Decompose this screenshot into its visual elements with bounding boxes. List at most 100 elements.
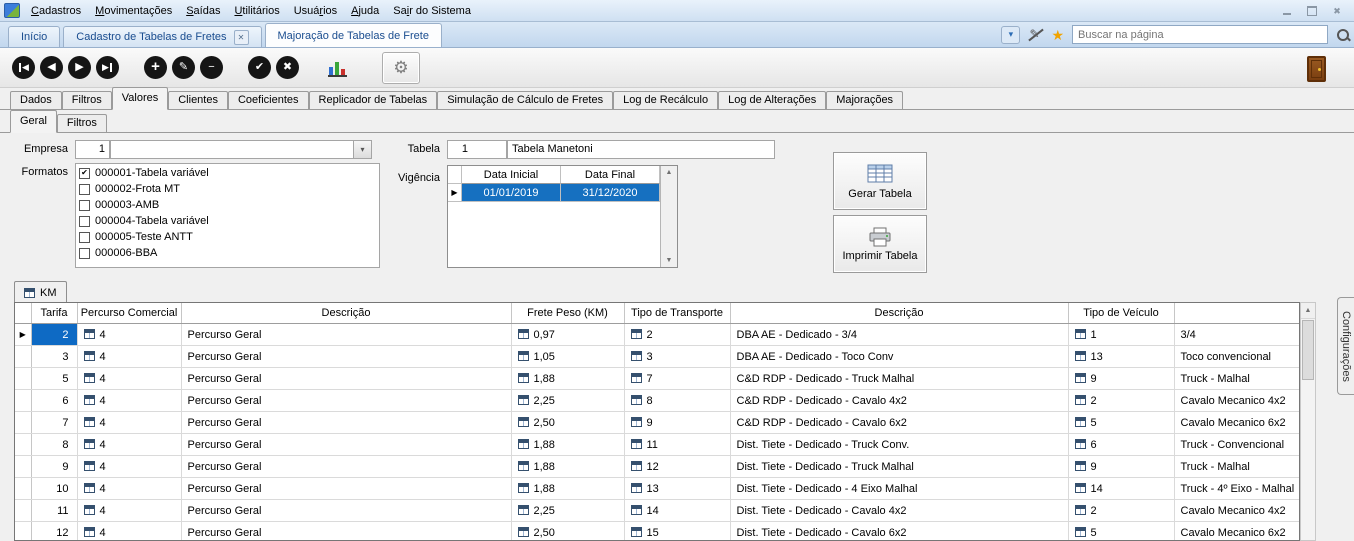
cell-veiculo[interactable]: 3/4 xyxy=(1174,324,1299,346)
configuracoes-side-tab[interactable]: Configurações xyxy=(1337,297,1354,395)
cell-percurso-comercial[interactable]: 4 xyxy=(77,434,181,456)
cell-tarifa[interactable]: 8 xyxy=(31,434,77,456)
cell-descricao[interactable]: Dist. Tiete - Dedicado - Cavalo 6x2 xyxy=(730,522,1068,541)
page-tab-simulacao-de-calculo-de-fretes[interactable]: Simulação de Cálculo de Fretes xyxy=(437,91,613,109)
formato-item[interactable]: 000003-AMB xyxy=(76,197,379,213)
menu-item-sair-do-sistema[interactable]: Sair do Sistema xyxy=(386,2,478,20)
last-button[interactable]: ▶ xyxy=(96,56,119,79)
chart-button[interactable] xyxy=(324,55,352,81)
cell-tipo-de-transporte[interactable]: 3 xyxy=(624,346,730,368)
chevron-down-icon[interactable]: ▾ xyxy=(353,141,371,158)
tab-close-icon[interactable]: ✕ xyxy=(234,30,249,45)
cell-veiculo[interactable]: Cavalo Mecanico 6x2 xyxy=(1174,412,1299,434)
col-4-frete-peso-km[interactable]: Frete Peso (KM) xyxy=(511,303,624,324)
cell-tarifa[interactable]: 12 xyxy=(31,522,77,541)
cell-descricao[interactable]: Percurso Geral xyxy=(181,412,511,434)
settings-button[interactable]: ⚙ xyxy=(382,52,420,84)
cell-tipo-de-transporte[interactable]: 15 xyxy=(624,522,730,541)
delete-button[interactable]: − xyxy=(200,56,223,79)
page-tab-dados[interactable]: Dados xyxy=(10,91,62,109)
formatos-list[interactable]: ✔000001-Tabela variável000002-Frota MT00… xyxy=(75,163,380,268)
tabela-name-field[interactable]: Tabela Manetoni xyxy=(507,140,775,159)
cell-frete-peso-km[interactable]: 2,50 xyxy=(511,522,624,541)
table-row[interactable]: 124Percurso Geral2,5015Dist. Tiete - Ded… xyxy=(15,522,1299,541)
cell-tipo-de-veiculo[interactable]: 2 xyxy=(1068,500,1174,522)
cell-percurso-comercial[interactable]: 4 xyxy=(77,368,181,390)
menu-item-ajuda[interactable]: Ajuda xyxy=(344,2,386,20)
vigencia-row[interactable]: ▶01/01/201931/12/2020 xyxy=(448,184,660,202)
first-button[interactable]: ◀ xyxy=(12,56,35,79)
empresa-code-field[interactable]: 1 xyxy=(75,140,110,159)
col-5-tipo-de-transporte[interactable]: Tipo de Transporte xyxy=(624,303,730,324)
cell-tipo-de-veiculo[interactable]: 13 xyxy=(1068,346,1174,368)
cell-frete-peso-km[interactable]: 1,88 xyxy=(511,478,624,500)
cell-tipo-de-transporte[interactable]: 8 xyxy=(624,390,730,412)
cell-percurso-comercial[interactable]: 4 xyxy=(77,324,181,346)
cell-descricao[interactable]: Percurso Geral xyxy=(181,368,511,390)
sub-tab-geral[interactable]: Geral xyxy=(10,110,57,133)
cell-percurso-comercial[interactable]: 4 xyxy=(77,456,181,478)
cell-descricao[interactable]: DBA AE - Dedicado - Toco Conv xyxy=(730,346,1068,368)
checkbox-icon[interactable] xyxy=(79,248,90,259)
checkbox-icon[interactable] xyxy=(79,184,90,195)
search-icon[interactable] xyxy=(1336,28,1350,42)
cell-tipo-de-veiculo[interactable]: 14 xyxy=(1068,478,1174,500)
cell-tipo-de-transporte[interactable]: 12 xyxy=(624,456,730,478)
cell-frete-peso-km[interactable]: 1,88 xyxy=(511,368,624,390)
cell-frete-peso-km[interactable]: 1,05 xyxy=(511,346,624,368)
cell-descricao[interactable]: C&D RDP - Dedicado - Cavalo 6x2 xyxy=(730,412,1068,434)
confirm-button[interactable]: ✔ xyxy=(248,56,271,79)
cell-descricao[interactable]: Percurso Geral xyxy=(181,434,511,456)
cell-tarifa[interactable]: 7 xyxy=(31,412,77,434)
cell-descricao[interactable]: Percurso Geral xyxy=(181,500,511,522)
formato-item[interactable]: 000002-Frota MT xyxy=(76,181,379,197)
cell-tipo-de-transporte[interactable]: 7 xyxy=(624,368,730,390)
tab-km[interactable]: KM xyxy=(14,281,67,303)
table-row[interactable]: 34Percurso Geral1,053DBA AE - Dedicado -… xyxy=(15,346,1299,368)
cell-tipo-de-veiculo[interactable]: 9 xyxy=(1068,456,1174,478)
cell-veiculo[interactable]: Truck - 4º Eixo - Malhal xyxy=(1174,478,1299,500)
table-row[interactable]: 64Percurso Geral2,258C&D RDP - Dedicado … xyxy=(15,390,1299,412)
col-7-tipo-de-veiculo[interactable]: Tipo de Veículo xyxy=(1068,303,1174,324)
insert-button[interactable]: + xyxy=(144,56,167,79)
cell-descricao[interactable]: Percurso Geral xyxy=(181,478,511,500)
formato-item[interactable]: 000004-Tabela variável xyxy=(76,213,379,229)
cell-veiculo[interactable]: Cavalo Mecanico 4x2 xyxy=(1174,500,1299,522)
page-tab-coeficientes[interactable]: Coeficientes xyxy=(228,91,309,109)
table-row[interactable]: 84Percurso Geral1,8811Dist. Tiete - Dedi… xyxy=(15,434,1299,456)
edit-disabled-icon[interactable]: ✎ xyxy=(1028,27,1043,42)
col-2-percurso-comercial[interactable]: Percurso Comercial xyxy=(77,303,181,324)
page-tab-valores[interactable]: Valores xyxy=(112,87,168,110)
cell-tipo-de-veiculo[interactable]: 6 xyxy=(1068,434,1174,456)
tab-cadastro-de-tabelas-de-fretes[interactable]: Cadastro de Tabelas de Fretes✕ xyxy=(63,26,261,47)
page-search-input[interactable] xyxy=(1072,25,1328,44)
edit-button[interactable]: ✎ xyxy=(172,56,195,79)
cell-tipo-de-transporte[interactable]: 11 xyxy=(624,434,730,456)
cancel-button[interactable]: ✖ xyxy=(276,56,299,79)
cell-descricao[interactable]: Dist. Tiete - Dedicado - 4 Eixo Malhal xyxy=(730,478,1068,500)
cell-percurso-comercial[interactable]: 4 xyxy=(77,500,181,522)
exit-system-button[interactable] xyxy=(1307,56,1326,82)
cell-frete-peso-km[interactable]: 1,88 xyxy=(511,456,624,478)
grid-scrollbar[interactable]: ▲ xyxy=(1300,302,1316,541)
cell-descricao[interactable]: Percurso Geral xyxy=(181,522,511,541)
cell-descricao[interactable]: Dist. Tiete - Dedicado - Cavalo 4x2 xyxy=(730,500,1068,522)
page-tab-log-de-recalculo[interactable]: Log de Recálculo xyxy=(613,91,718,109)
tabela-code-field[interactable]: 1 xyxy=(447,140,507,159)
scrollbar-thumb[interactable] xyxy=(1302,320,1314,380)
vigencia-grid[interactable]: Data InicialData Final▶01/01/201931/12/2… xyxy=(447,165,678,268)
prior-button[interactable]: ◀ xyxy=(40,56,63,79)
cell-veiculo[interactable]: Truck - Convencional xyxy=(1174,434,1299,456)
menu-item-movimentacoes[interactable]: Movimentações xyxy=(88,2,179,20)
cell-tipo-de-veiculo[interactable]: 2 xyxy=(1068,390,1174,412)
checkbox-icon[interactable] xyxy=(79,216,90,227)
cell-veiculo[interactable]: Toco convencional xyxy=(1174,346,1299,368)
tab-list-dropdown-button[interactable]: ▾ xyxy=(1001,26,1020,44)
col-3-descricao[interactable]: Descrição xyxy=(181,303,511,324)
table-row[interactable]: 114Percurso Geral2,2514Dist. Tiete - Ded… xyxy=(15,500,1299,522)
col-1-tarifa[interactable]: Tarifa xyxy=(31,303,77,324)
cell-tipo-de-transporte[interactable]: 2 xyxy=(624,324,730,346)
cell-tarifa[interactable]: 5 xyxy=(31,368,77,390)
table-row[interactable]: 74Percurso Geral2,509C&D RDP - Dedicado … xyxy=(15,412,1299,434)
table-row[interactable]: ▶24Percurso Geral0,972DBA AE - Dedicado … xyxy=(15,324,1299,346)
